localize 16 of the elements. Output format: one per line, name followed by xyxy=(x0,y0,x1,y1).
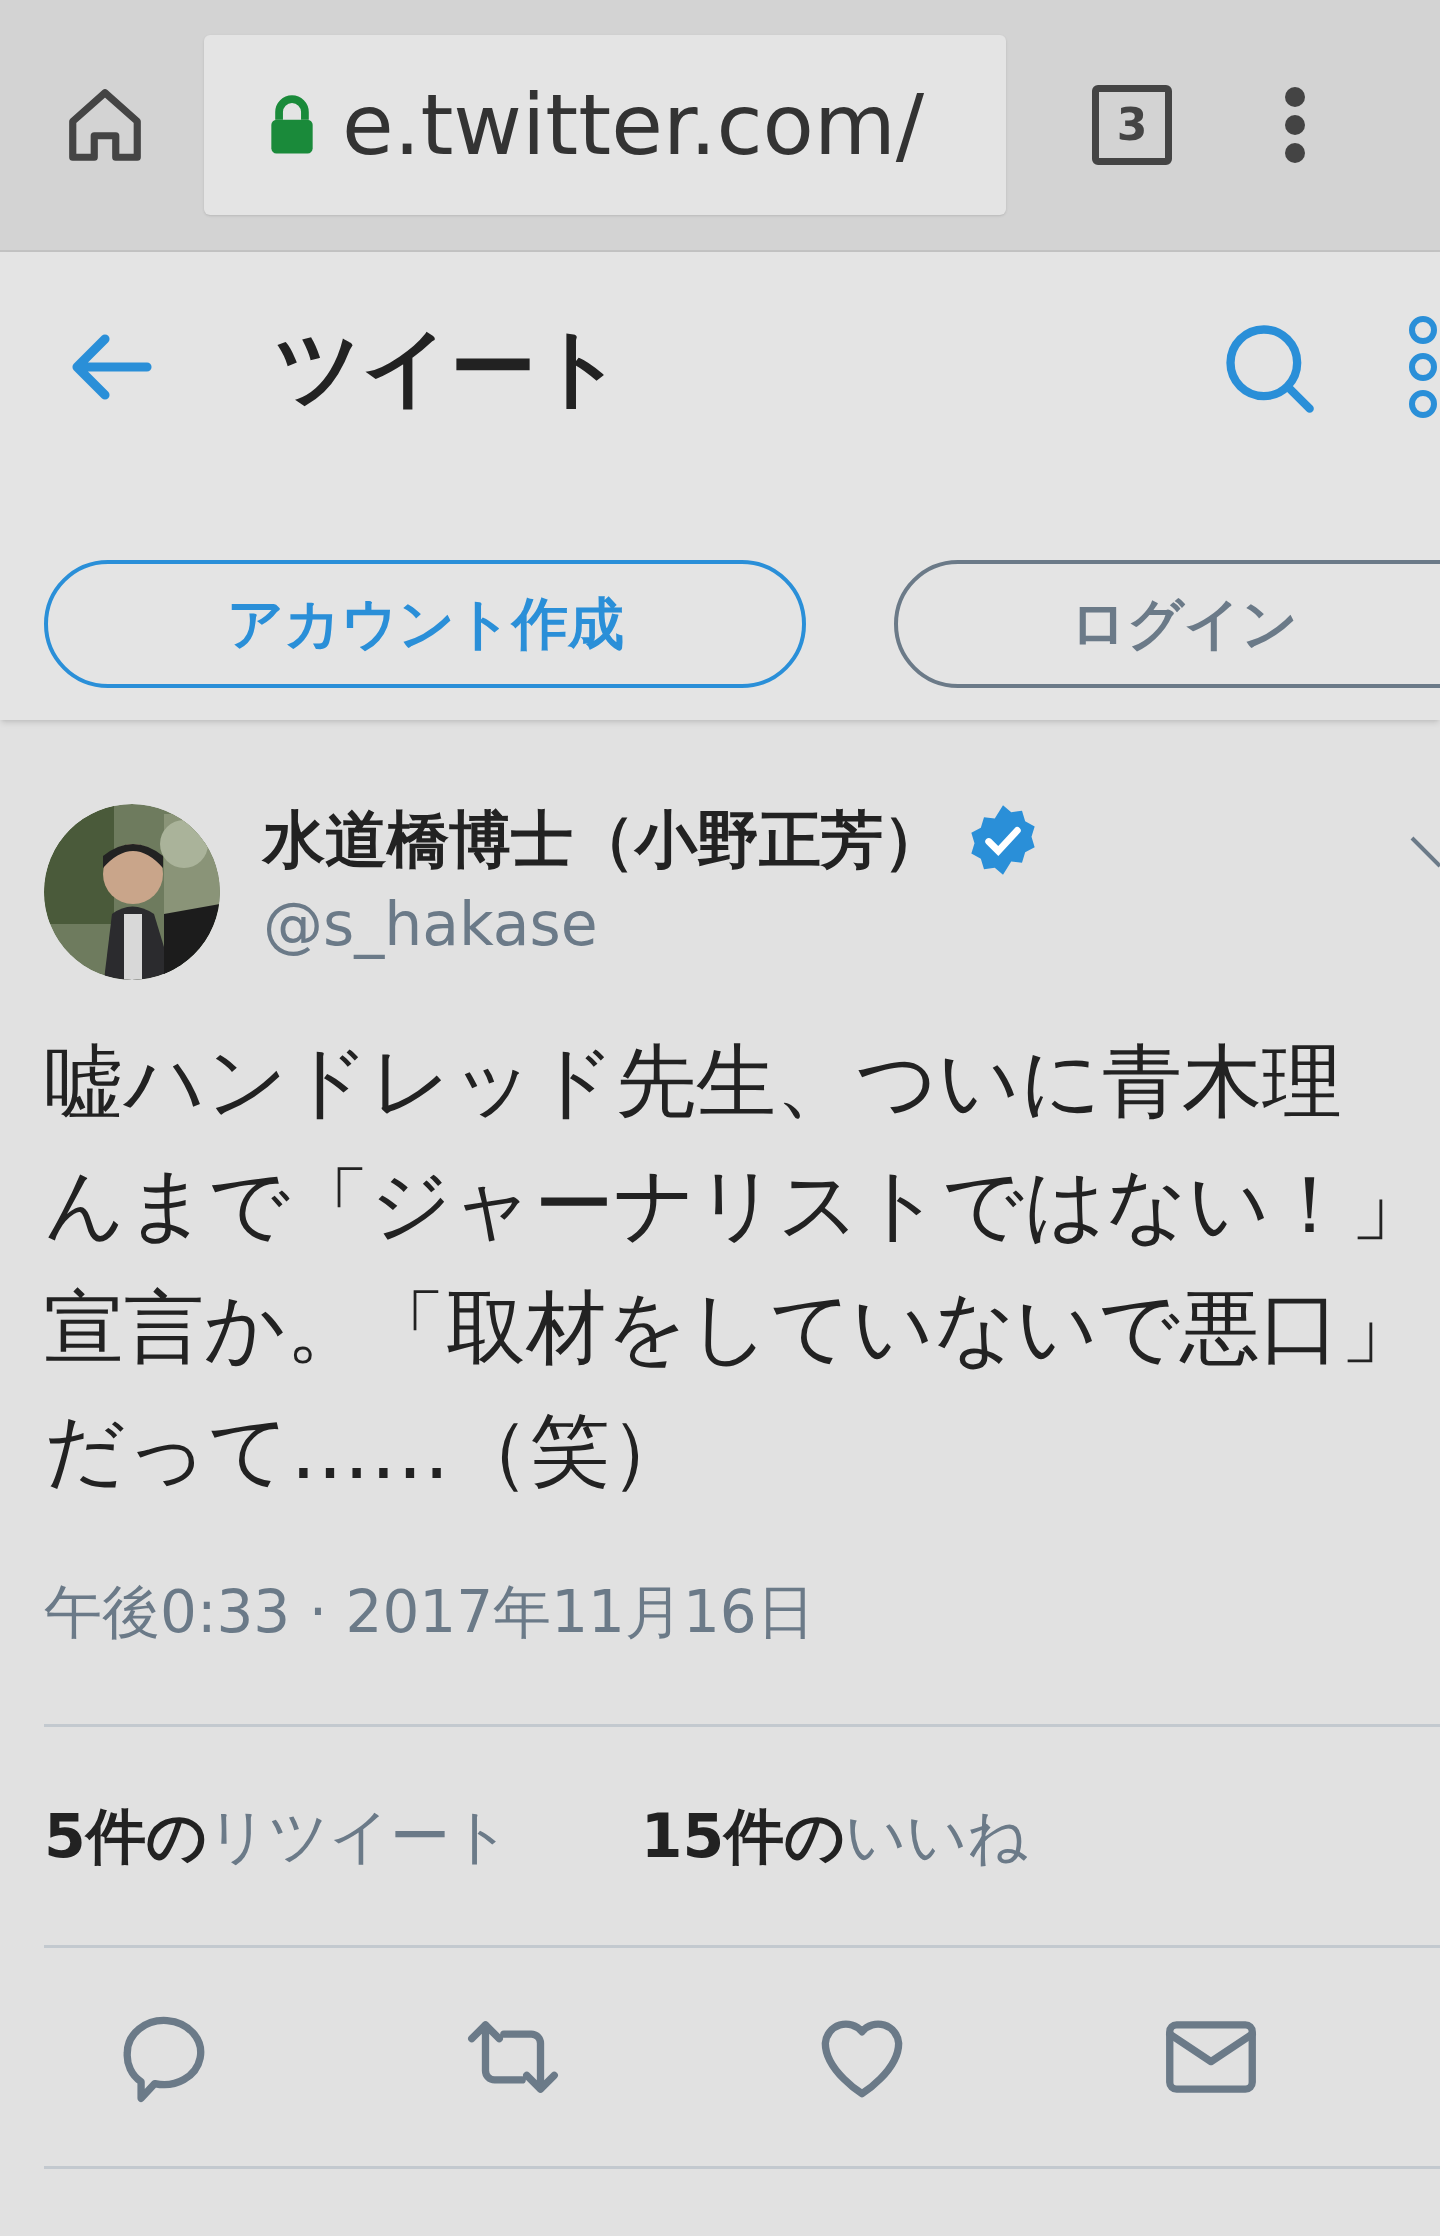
more-icon[interactable] xyxy=(1284,87,1306,163)
retweet-count-link[interactable]: 5件の リツイート xyxy=(44,1791,511,1881)
like-count-link[interactable]: 15件のいいね xyxy=(640,1791,1029,1881)
url-text: e.twitter.com/ xyxy=(342,75,925,176)
user-handle: @s_hakase xyxy=(263,888,599,961)
more-icon[interactable] xyxy=(1408,315,1438,419)
user-name: 水道橋博士（小野正芳） xyxy=(263,802,945,878)
tweet-text-line: だって……（笑） xyxy=(44,1403,691,1499)
page-title: ツイート xyxy=(274,315,624,419)
tweet-text-line: 宣言か。「取材をしていないで悪口」 xyxy=(44,1280,1421,1376)
tweet-text-line: 嘘ハンドレッド先生、ついに青木理 xyxy=(44,1034,1343,1130)
back-arrow-icon[interactable] xyxy=(70,332,154,402)
tab-count[interactable]: 3 xyxy=(1092,85,1172,165)
tweet-timestamp: 午後0:33 · 2017年11月16日 xyxy=(44,1577,816,1648)
address-bar[interactable]: e.twitter.com/ xyxy=(204,35,1006,215)
tweet-text-line: んまで「ジャーナリストではない！」 xyxy=(44,1157,1431,1253)
